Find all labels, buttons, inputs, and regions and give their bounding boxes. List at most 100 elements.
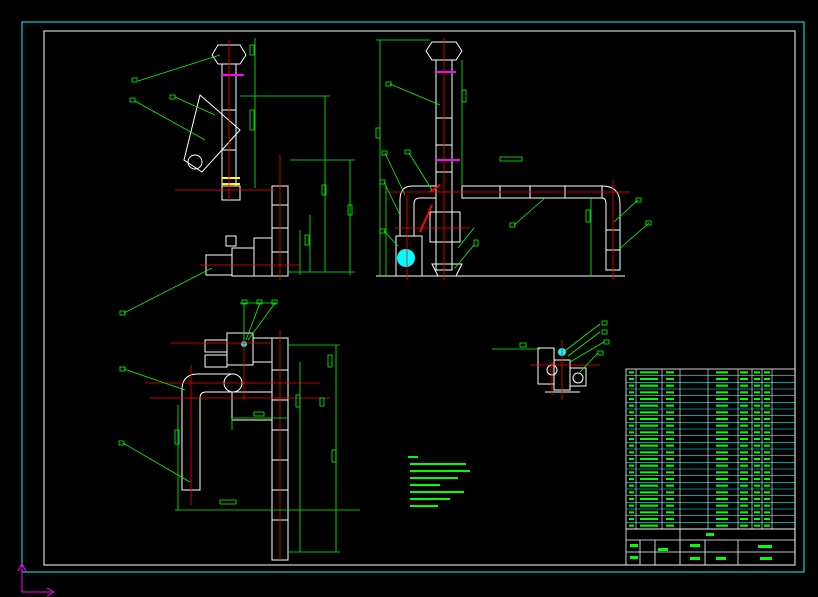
view-plan-centerlines xyxy=(145,325,330,560)
parts-table-cell-a xyxy=(740,484,748,487)
parts-table-cell-a xyxy=(740,478,748,480)
parts-table-cell-c xyxy=(764,411,770,414)
parts-table-cell-qty xyxy=(666,384,674,387)
parts-table-cell-number xyxy=(629,384,634,387)
parts-table-cell-c xyxy=(764,398,770,400)
parts-table-cell-a xyxy=(740,451,748,454)
parts-table-cell-b xyxy=(754,404,760,407)
parts-table-cell-a xyxy=(740,431,748,434)
parts-table-cell-b xyxy=(754,518,760,520)
parts-table-cell-name xyxy=(640,498,658,500)
parts-table-cell-number xyxy=(629,464,634,467)
parts-table-cell-c xyxy=(764,484,770,487)
parts-table-cell-a xyxy=(740,471,748,474)
parts-table-cell-name xyxy=(640,431,658,434)
parts-table-cell-material xyxy=(716,484,728,487)
parts-table-cell-a xyxy=(740,384,748,387)
parts-table-cell-material xyxy=(716,498,728,500)
parts-table-cell-b xyxy=(754,458,760,460)
parts-table-cell-c xyxy=(764,491,770,494)
parts-table-cell-c xyxy=(764,518,770,520)
parts-table-cell-c xyxy=(764,438,770,440)
parts-table-cell-a xyxy=(740,371,748,374)
parts-table-cell-qty xyxy=(666,471,674,474)
parts-table-cell-number xyxy=(629,524,634,527)
parts-table-cell-b xyxy=(754,471,760,474)
parts-table-cell-number xyxy=(629,471,634,474)
parts-table-cell-b xyxy=(754,411,760,414)
parts-table-cell-b xyxy=(754,464,760,467)
parts-table-cell-b xyxy=(754,504,760,507)
parts-table-cell-c xyxy=(764,471,770,474)
parts-table-cell-material xyxy=(716,431,728,434)
parts-table-cell-name xyxy=(640,518,658,520)
parts-table-cell-c xyxy=(764,511,770,514)
parts-table-cell-a xyxy=(740,518,748,520)
parts-table-cell-material xyxy=(716,504,728,507)
parts-table-cell-number xyxy=(629,518,634,520)
parts-table-cell-a xyxy=(740,524,748,527)
parts-table-cell-number xyxy=(629,444,634,447)
parts-table-cell-qty xyxy=(666,511,674,514)
parts-table-cell-number xyxy=(629,498,634,500)
parts-table-cell-c xyxy=(764,498,770,500)
parts-table-cell-b xyxy=(754,478,760,480)
parts-table-cell-qty xyxy=(666,418,674,420)
parts-table-cell-c xyxy=(764,444,770,447)
parts-table-cell-name xyxy=(640,438,658,440)
parts-table-cell-material xyxy=(716,438,728,440)
parts-table-cell-qty xyxy=(666,404,674,407)
parts-table-cell-number xyxy=(629,438,634,440)
parts-table-cell-material xyxy=(716,391,728,394)
parts-table-cell-c xyxy=(764,371,770,374)
parts-table-cell-c xyxy=(764,424,770,427)
parts-table-cell-material xyxy=(716,371,728,374)
parts-table-cell-name xyxy=(640,504,658,507)
parts-table-cell-c xyxy=(764,378,770,380)
parts-table-cell-name xyxy=(640,524,658,527)
parts-table-cell-a xyxy=(740,424,748,427)
parts-table-cell-b xyxy=(754,418,760,420)
view-side-elevation-markers xyxy=(222,74,244,185)
parts-table-cell-name xyxy=(640,418,658,420)
parts-table-cell-name xyxy=(640,384,658,387)
parts-table-cell-material xyxy=(716,404,728,407)
parts-table-cell-qty xyxy=(666,464,674,467)
parts-table-cell-material xyxy=(716,518,728,520)
parts-table-cell-c xyxy=(764,504,770,507)
parts-table-cell-b xyxy=(754,484,760,487)
parts-table-cell-a xyxy=(740,491,748,494)
parts-table-cell-material xyxy=(716,444,728,447)
view-side-elevation-dimensions xyxy=(240,38,355,275)
parts-table-cell-name xyxy=(640,411,658,414)
parts-table-cell-name xyxy=(640,378,658,380)
parts-table-cell-name xyxy=(640,491,658,494)
cad-drawing-canvas xyxy=(17,21,805,597)
parts-table-cell-c xyxy=(764,451,770,454)
parts-table-cell-number xyxy=(629,504,634,507)
parts-table-cell-a xyxy=(740,458,748,460)
view-plan-leaders xyxy=(118,299,278,483)
parts-table-cell-a xyxy=(740,378,748,380)
parts-table-cell-qty xyxy=(666,431,674,434)
parts-table-cell-a xyxy=(740,511,748,514)
parts-table-cell-qty xyxy=(666,398,674,400)
parts-table-cell-a xyxy=(740,391,748,394)
parts-table-cell-c xyxy=(764,431,770,434)
parts-table-cell-c xyxy=(764,464,770,467)
parts-table-cell-material xyxy=(716,491,728,494)
parts-table-cell-qty xyxy=(666,504,674,507)
parts-table-cell-b xyxy=(754,451,760,454)
parts-table-cell-number xyxy=(629,458,634,460)
view-front-elevation-markers xyxy=(419,71,460,233)
parts-table-cell-b xyxy=(754,424,760,427)
sheet-border xyxy=(21,21,805,573)
parts-list-table xyxy=(625,368,796,530)
parts-table-cell-c xyxy=(764,404,770,407)
view-detail-lines xyxy=(492,320,610,400)
parts-table-cell-qty xyxy=(666,391,674,394)
parts-table-cell-name xyxy=(640,478,658,480)
title-block-text xyxy=(630,533,772,560)
parts-table-cell-qty xyxy=(666,451,674,454)
parts-table-cell-material xyxy=(716,384,728,387)
